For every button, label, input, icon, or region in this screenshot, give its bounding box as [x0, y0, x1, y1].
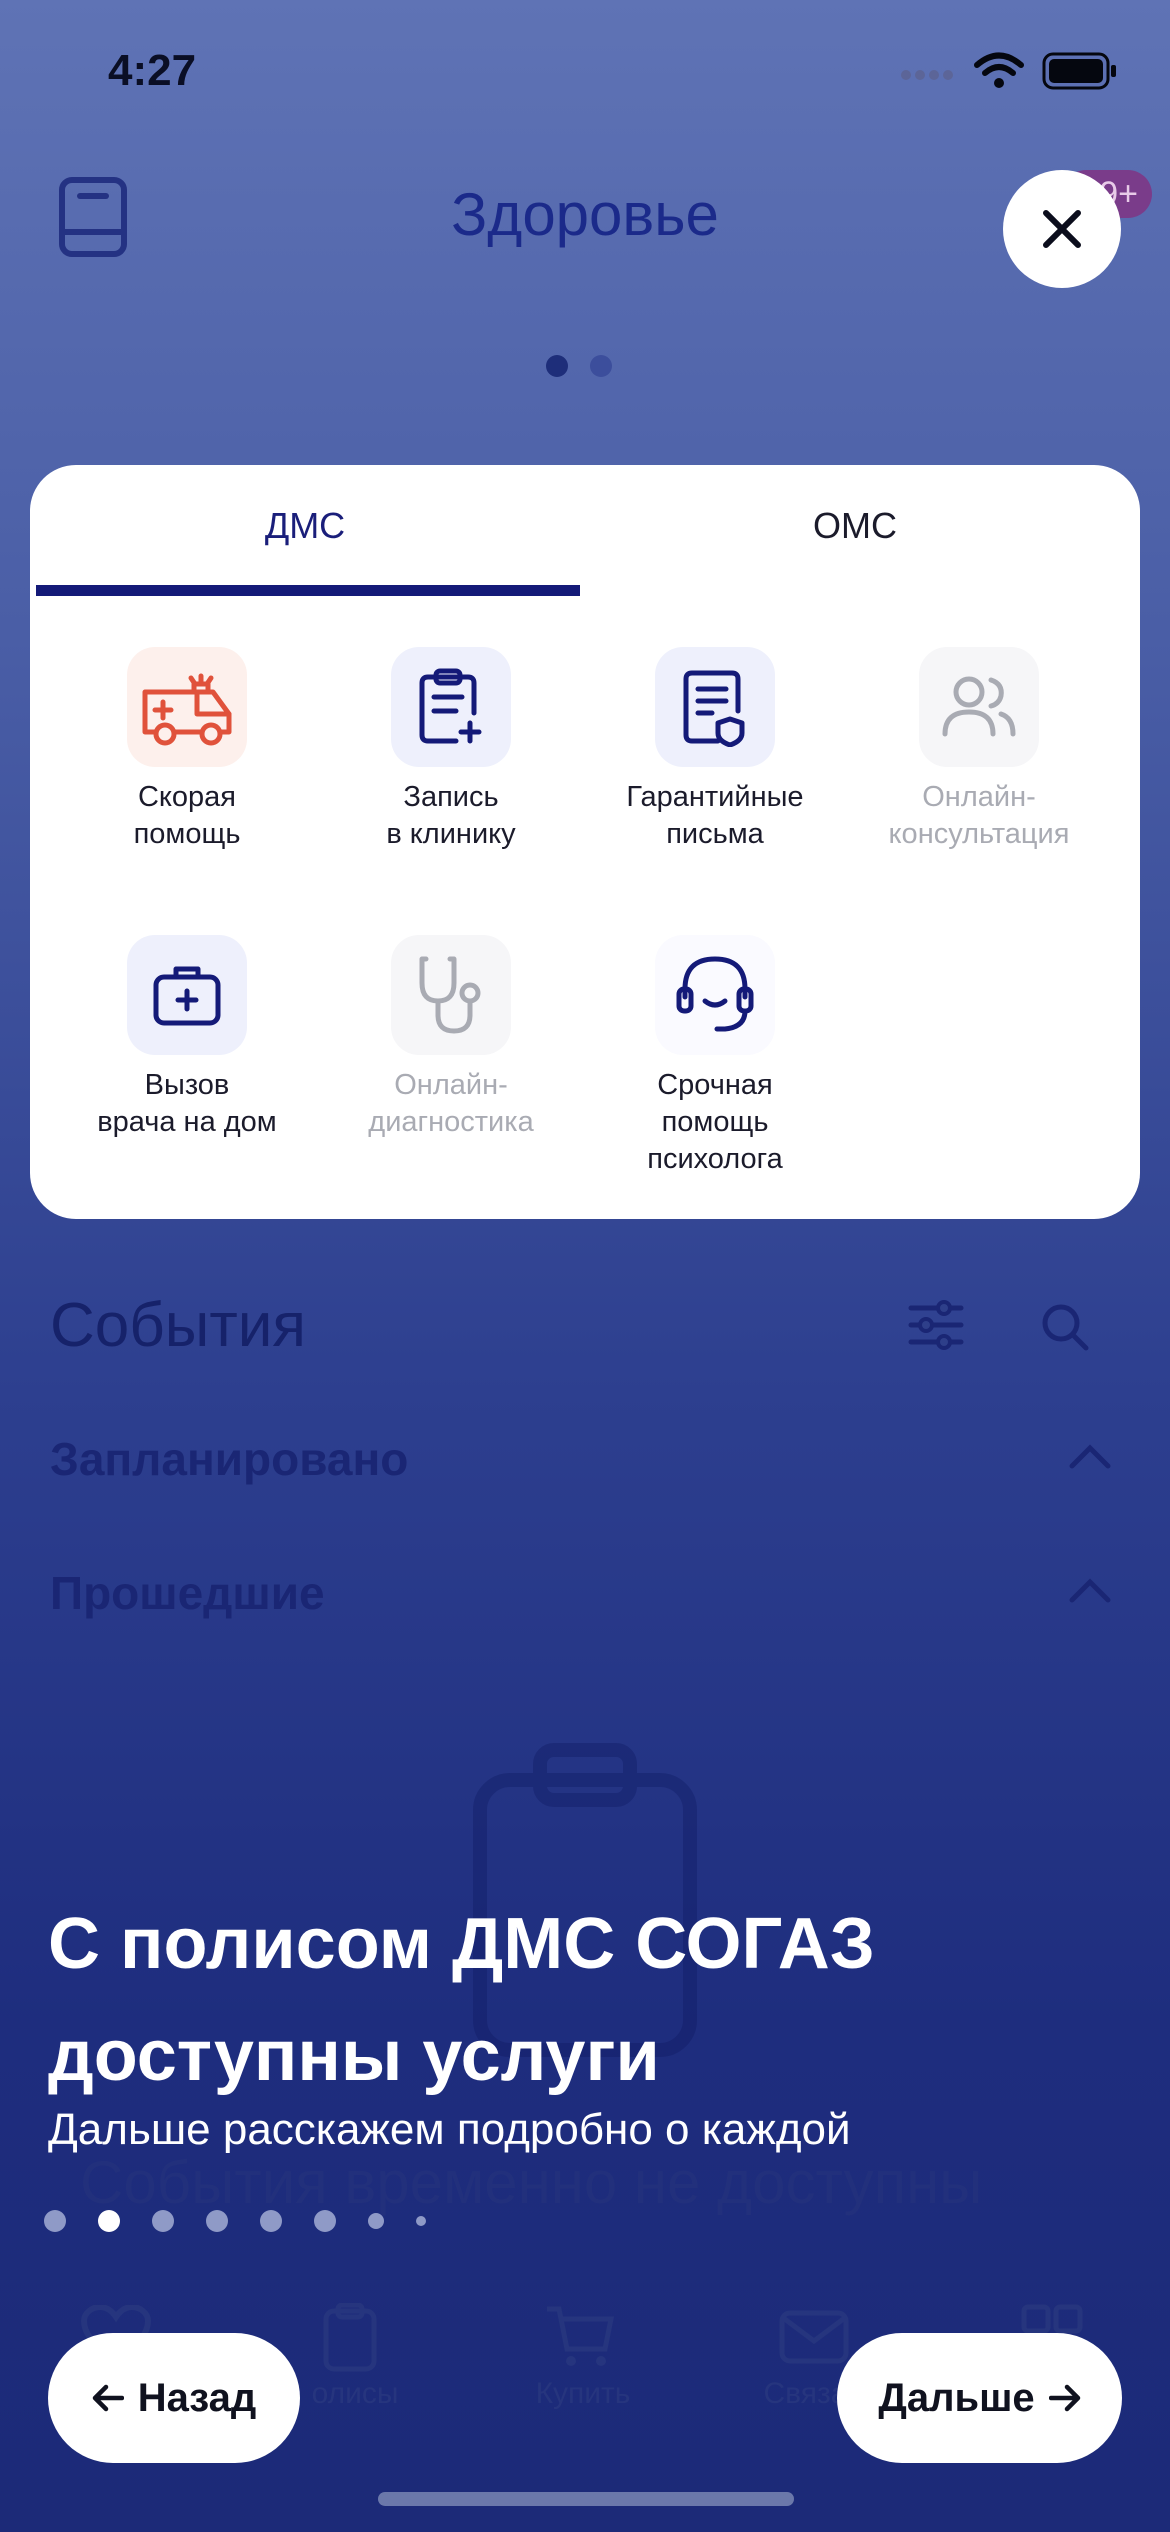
medkit-icon	[127, 935, 247, 1055]
status-icons	[900, 52, 1118, 90]
service-ambulance-label: Скорая помощь	[133, 781, 241, 850]
arrow-right-icon	[1048, 2384, 1080, 2412]
next-button-label: Дальше	[878, 2375, 1035, 2420]
service-online-consultation-label: Онлайн- консультация	[888, 781, 1070, 850]
search-icon[interactable]	[1040, 1302, 1090, 1357]
section-planned-label: Запланировано	[50, 1433, 409, 1485]
service-online-consultation[interactable]: Онлайн- консультация	[848, 647, 1110, 853]
tab-underline	[36, 585, 580, 596]
onboarding-title: С полисом ДМС СОГАЗ доступны услуги	[48, 1904, 875, 2096]
chevron-up-icon	[1069, 1578, 1111, 1603]
back-button[interactable]: Назад	[48, 2333, 300, 2463]
events-title: События	[50, 1291, 306, 1360]
clipboard-plus-icon	[391, 647, 511, 767]
battery-icon	[1042, 52, 1116, 90]
service-clinic-appointment[interactable]: Запись в клинику	[320, 647, 582, 853]
cart-icon[interactable]	[545, 2305, 615, 2369]
step-dot	[314, 2210, 336, 2232]
tab-dms[interactable]: ДМС	[30, 505, 580, 547]
step-dot-current	[98, 2210, 120, 2232]
stethoscope-icon	[391, 935, 511, 1055]
home-indicator[interactable]	[378, 2492, 794, 2506]
service-psychologist-label: Срочная помощь психолога	[647, 1069, 783, 1175]
page-dot	[590, 355, 612, 377]
back-button-label: Назад	[137, 2375, 257, 2420]
service-ambulance[interactable]: Скорая помощь	[56, 647, 318, 853]
step-dot	[206, 2210, 228, 2232]
step-dot	[416, 2216, 426, 2226]
onboarding-subtitle: Дальше расскажем подробно о каждой	[48, 2105, 851, 2154]
service-doctor-home[interactable]: Вызов врача на дом	[56, 935, 318, 1141]
page-title: Здоровье	[451, 181, 719, 248]
next-button[interactable]: Дальше	[837, 2333, 1122, 2463]
services-card: ДМС ОМС Скорая помощь Запись в клинику Г…	[30, 465, 1140, 1219]
events-empty-text: События временно не доступны	[80, 2149, 983, 2216]
signal-icon	[901, 70, 953, 80]
close-button[interactable]	[1003, 170, 1121, 288]
service-online-diagnostics[interactable]: Онлайн- диагностика	[320, 935, 582, 1141]
tabbar-buy-label[interactable]: Купить	[483, 2377, 683, 2411]
step-dot	[152, 2210, 174, 2232]
wifi-icon	[974, 52, 1024, 88]
users-icon	[919, 647, 1039, 767]
step-dot	[368, 2213, 384, 2229]
section-planned[interactable]: Запланировано	[50, 1432, 1120, 1486]
step-dot	[260, 2210, 282, 2232]
policy-tabs: ДМС ОМС	[30, 465, 1140, 599]
header-page-dots	[546, 355, 612, 377]
service-guarantee-letters-label: Гарантийные письма	[626, 781, 804, 850]
mail-icon[interactable]	[778, 2309, 850, 2365]
filter-icon[interactable]	[908, 1300, 964, 1355]
service-clinic-appointment-label: Запись в клинику	[386, 781, 516, 850]
service-doctor-home-label: Вызов врача на дом	[97, 1069, 277, 1138]
section-past-label: Прошедшие	[50, 1567, 325, 1619]
arrow-left-icon	[92, 2384, 124, 2412]
service-online-diagnostics-label: Онлайн- диагностика	[368, 1069, 534, 1138]
service-guarantee-letters[interactable]: Гарантийные письма	[584, 647, 846, 853]
document-shield-icon	[655, 647, 775, 767]
headset-icon	[655, 935, 775, 1055]
section-past[interactable]: Прошедшие	[50, 1566, 1120, 1620]
ambulance-icon	[127, 647, 247, 767]
onboarding-step-dots	[44, 2210, 426, 2232]
status-time: 4:27	[108, 46, 197, 95]
chevron-up-icon	[1069, 1444, 1111, 1469]
step-dot	[44, 2210, 66, 2232]
close-icon	[1043, 210, 1081, 248]
page-dot	[546, 355, 568, 377]
policy-icon[interactable]	[322, 2303, 378, 2373]
tab-oms[interactable]: ОМС	[580, 505, 1130, 547]
service-psychologist[interactable]: Срочная помощь психолога	[584, 935, 846, 1178]
